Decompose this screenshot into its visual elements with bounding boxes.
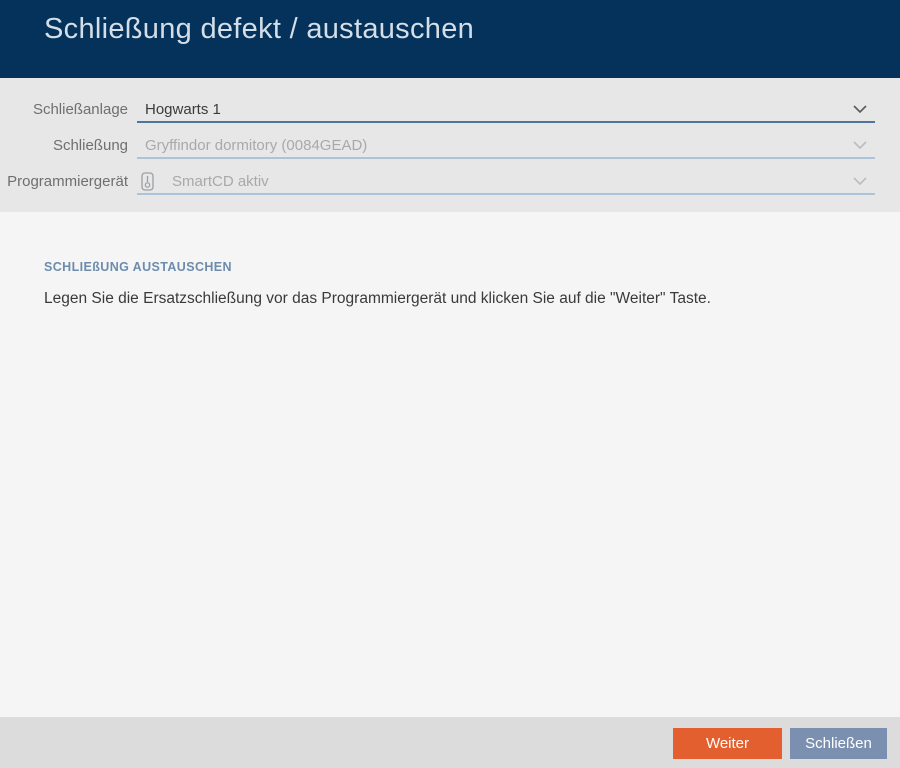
- chevron-down-icon: [853, 141, 867, 150]
- locking-system-value: Hogwarts 1: [145, 101, 221, 118]
- chevron-down-icon: [853, 177, 867, 186]
- lock-replace-dialog: Schließung defekt / austauschen Schließa…: [0, 0, 900, 768]
- content-area: SCHLIEßUNG AUSTAUSCHEN Legen Sie die Ers…: [0, 212, 900, 717]
- form-row-locking-system: Schließanlage Hogwarts 1: [0, 97, 900, 123]
- programmer-value: SmartCD aktiv: [172, 173, 269, 190]
- form-row-programmer: Programmiergerät SmartCD aktiv: [0, 169, 900, 195]
- instruction-text: Legen Sie die Ersatzschließung vor das P…: [44, 290, 711, 307]
- form-area: Schließanlage Hogwarts 1 Schließung Gryf…: [0, 78, 900, 212]
- locking-system-dropdown[interactable]: Hogwarts 1: [137, 97, 875, 123]
- programmer-dropdown: SmartCD aktiv: [137, 169, 875, 195]
- section-heading: SCHLIEßUNG AUSTAUSCHEN: [44, 260, 232, 274]
- chevron-down-icon: [853, 105, 867, 114]
- lock-label: Schließung: [52, 137, 128, 154]
- dialog-title: Schließung defekt / austauschen: [44, 13, 475, 45]
- footer-bar: Weiter Schließen: [0, 717, 900, 768]
- programmer-device-icon: [141, 172, 154, 191]
- programmer-label: Programmiergerät: [7, 173, 128, 190]
- close-button[interactable]: Schließen: [790, 728, 887, 759]
- dialog-header: Schließung defekt / austauschen: [0, 0, 900, 78]
- locking-system-label: Schließanlage: [32, 101, 128, 118]
- form-row-lock: Schließung Gryffindor dormitory (0084GEA…: [0, 133, 900, 159]
- next-button[interactable]: Weiter: [673, 728, 782, 759]
- lock-dropdown: Gryffindor dormitory (0084GEAD): [137, 133, 875, 159]
- lock-value: Gryffindor dormitory (0084GEAD): [145, 137, 368, 154]
